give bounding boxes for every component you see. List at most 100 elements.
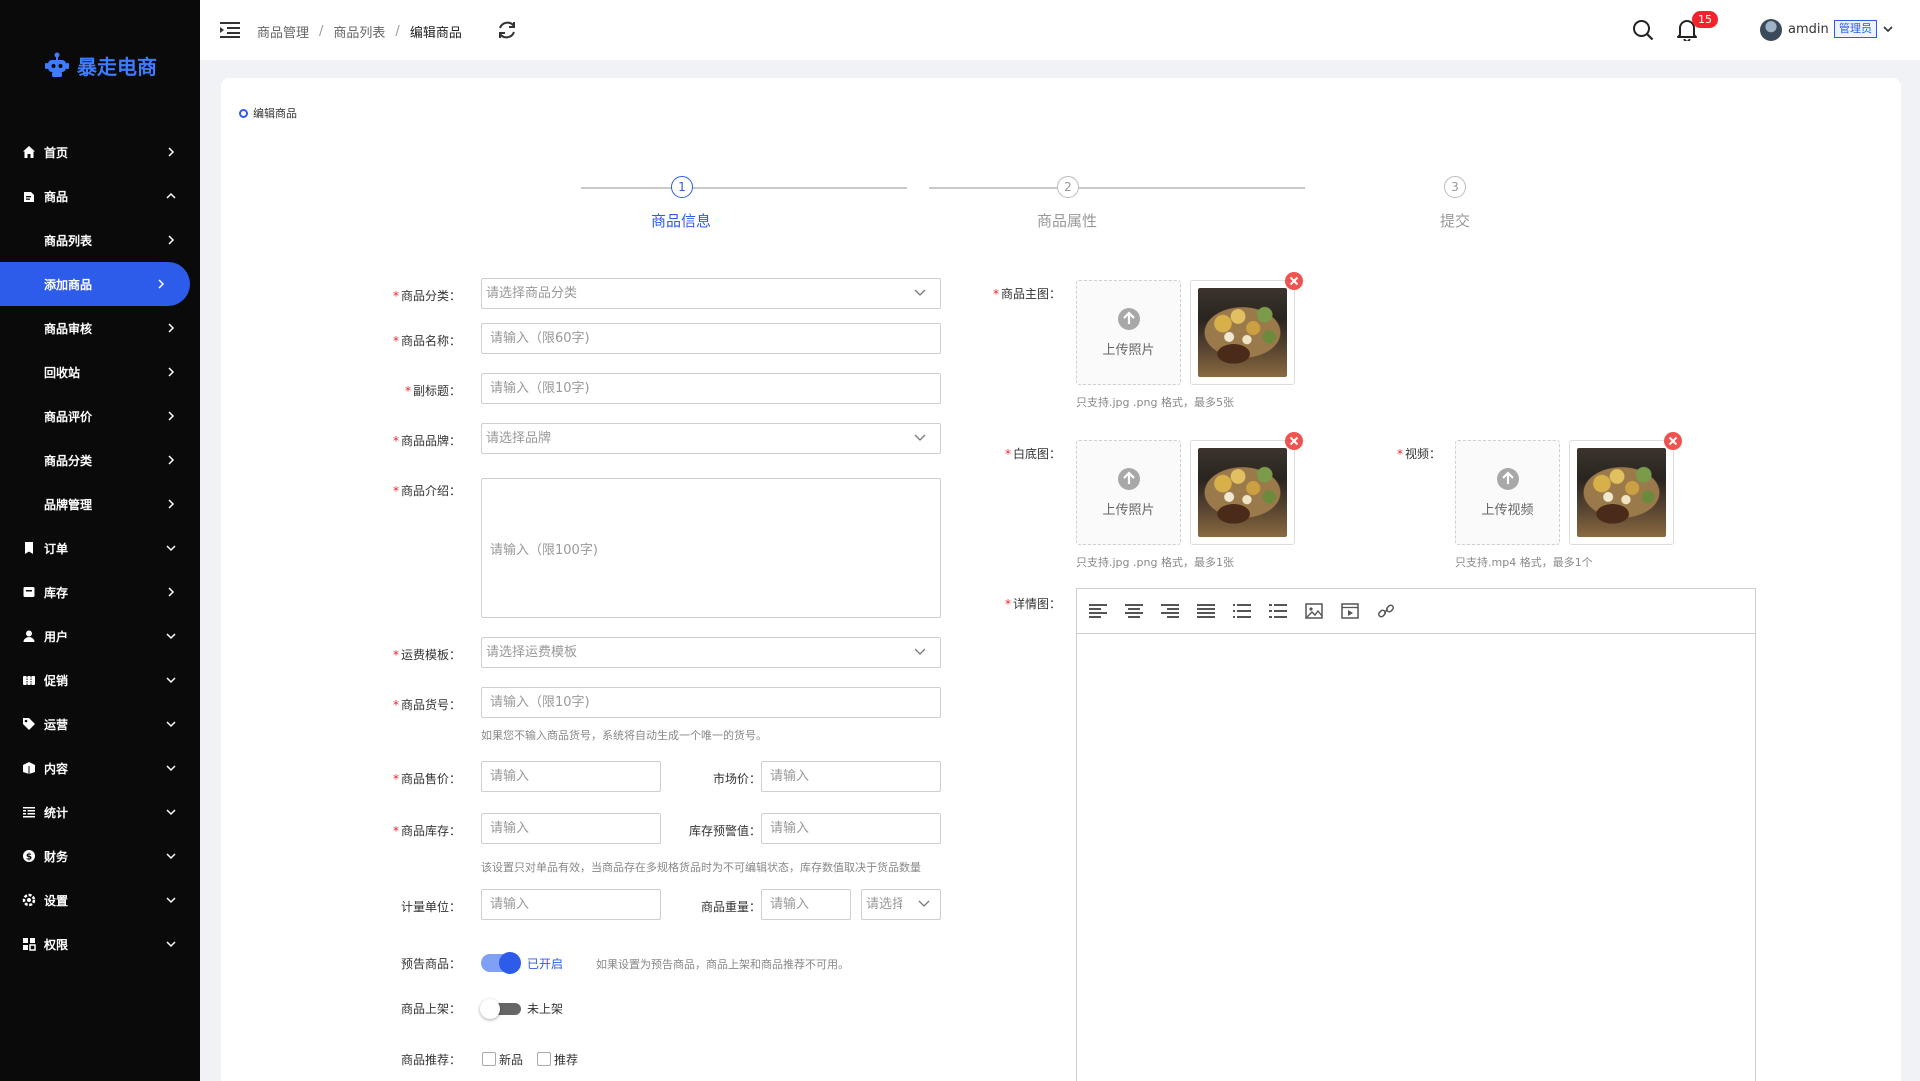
username[interactable]: amdin: [1788, 22, 1829, 37]
video-label: * 视频：: [1396, 447, 1441, 461]
sidebar-item-1[interactable]: 商品: [0, 174, 200, 218]
subtitle-input[interactable]: 请输入（限10字): [481, 373, 941, 404]
sku-label: * 商品货号：: [392, 698, 461, 712]
food-photo: [1198, 448, 1287, 537]
chevron-down-icon: [914, 434, 926, 441]
category-select[interactable]: 请选择商品分类: [481, 278, 941, 309]
sidebar-item-12[interactable]: 促销: [0, 658, 200, 702]
brand-select[interactable]: 请选择品牌: [481, 423, 941, 454]
checkbox-new[interactable]: [482, 1052, 496, 1066]
sidebar-item-14[interactable]: 内容: [0, 746, 200, 790]
sidebar-item-9[interactable]: 订单: [0, 526, 200, 570]
sidebar-item-16[interactable]: $ 财务: [0, 834, 200, 878]
bullet-list-icon[interactable]: [1231, 600, 1253, 622]
step-2-label[interactable]: 商品属性: [1037, 210, 1097, 231]
sidebar-item-8[interactable]: 品牌管理: [0, 482, 200, 526]
step-3-label[interactable]: 提交: [1440, 210, 1470, 231]
remove-image-icon[interactable]: [1284, 431, 1304, 451]
remove-image-icon[interactable]: [1284, 271, 1304, 291]
sidebar-item-4[interactable]: 商品审核: [0, 306, 200, 350]
align-right-icon[interactable]: [1159, 600, 1181, 622]
breadcrumb-item-product-list[interactable]: 商品列表: [333, 22, 385, 41]
step-connector: [929, 187, 1305, 189]
avatar[interactable]: [1760, 19, 1782, 41]
chevron-down-icon[interactable]: [1883, 24, 1893, 34]
step-2-circle[interactable]: 2: [1057, 176, 1079, 198]
remove-video-icon[interactable]: [1663, 431, 1683, 451]
video-icon[interactable]: [1339, 600, 1361, 622]
sku-input[interactable]: 请输入（限10字): [481, 687, 941, 718]
breadcrumb-item-product-mgmt[interactable]: 商品管理: [257, 22, 309, 41]
price-input[interactable]: 请输入: [481, 761, 661, 792]
align-justify-icon[interactable]: [1195, 600, 1217, 622]
presale-label: 预告商品：: [400, 957, 461, 971]
chevron-down-icon: [166, 895, 176, 905]
white-image-thumb[interactable]: [1190, 432, 1303, 545]
main-image-thumb[interactable]: [1190, 272, 1303, 385]
chevron-right-icon: [166, 323, 176, 333]
stats-icon: [22, 805, 36, 819]
presale-toggle[interactable]: [481, 952, 521, 974]
refresh-icon[interactable]: [496, 19, 518, 41]
main-image-upload[interactable]: 上传照片: [1076, 280, 1181, 385]
sidebar-item-label: 商品评价: [44, 409, 93, 424]
onshelf-toggle[interactable]: [480, 999, 521, 1019]
robot-logo-icon: [45, 52, 69, 77]
chevron-right-icon: [166, 587, 176, 597]
sidebar-item-3[interactable]: 添加商品: [0, 262, 190, 306]
search-icon[interactable]: [1632, 19, 1654, 41]
sidebar-item-0[interactable]: 首页: [0, 130, 200, 174]
sidebar-item-label: 用户: [44, 629, 69, 644]
weight-input[interactable]: 请输入: [761, 889, 851, 920]
sidebar-item-label: 回收站: [44, 365, 81, 380]
link-icon[interactable]: [1375, 600, 1397, 622]
sidebar-item-2[interactable]: 商品列表: [0, 218, 200, 262]
checkbox-recommend[interactable]: [537, 1052, 551, 1066]
upload-arrow-icon: [1117, 308, 1140, 330]
topbar: 商品管理 / 商品列表 / 编辑商品 15 amdin 管理员: [200, 0, 1920, 60]
name-input[interactable]: 请输入（限60字): [481, 323, 941, 354]
intro-textarea[interactable]: 请输入（限100字): [481, 478, 941, 618]
market-price-input[interactable]: 请输入: [761, 761, 941, 792]
white-image-upload[interactable]: 上传照片: [1076, 440, 1181, 545]
checkbox-new-label[interactable]: 新品: [499, 1051, 523, 1068]
weight-unit-select[interactable]: 请选择: [861, 889, 941, 920]
main-image-label: * 商品主图：: [992, 287, 1061, 301]
step-1-circle[interactable]: 1: [671, 176, 693, 198]
video-thumb[interactable]: [1569, 432, 1682, 545]
chevron-down-icon: [166, 807, 176, 817]
step-3-circle[interactable]: 3: [1444, 176, 1466, 198]
recommend-label: 商品推荐：: [400, 1053, 461, 1067]
chevron-down-icon: [918, 900, 930, 907]
menu-fold-icon[interactable]: [220, 21, 240, 39]
checkbox-recommend-label[interactable]: 推荐: [554, 1051, 578, 1068]
sidebar-item-15[interactable]: 统计: [0, 790, 200, 834]
detail-image-label: * 详情图：: [1004, 597, 1061, 611]
sidebar-item-5[interactable]: 回收站: [0, 350, 200, 394]
numbered-list-icon[interactable]: [1267, 600, 1289, 622]
sidebar-item-18[interactable]: 权限: [0, 922, 200, 966]
home-icon: [22, 145, 36, 159]
step-1-label[interactable]: 商品信息: [651, 210, 711, 231]
rich-text-editor[interactable]: [1076, 588, 1756, 1081]
food-photo: [1198, 288, 1287, 377]
notification-badge: 15: [1692, 11, 1718, 28]
svg-text:$: $: [26, 853, 32, 863]
unit-input[interactable]: 请输入: [481, 889, 661, 920]
align-center-icon[interactable]: [1123, 600, 1145, 622]
stock-input[interactable]: 请输入: [481, 813, 661, 844]
chevron-down-icon: [166, 631, 176, 641]
sidebar-item-11[interactable]: 用户: [0, 614, 200, 658]
shipping-select[interactable]: 请选择运费模板: [481, 637, 941, 668]
sidebar-item-10[interactable]: 库存: [0, 570, 200, 614]
stock-warn-input[interactable]: 请输入: [761, 813, 941, 844]
sidebar-item-6[interactable]: 商品评价: [0, 394, 200, 438]
image-icon[interactable]: [1303, 600, 1325, 622]
tag-icon: [22, 717, 36, 731]
align-left-icon[interactable]: [1087, 600, 1109, 622]
sidebar-item-17[interactable]: 设置: [0, 878, 200, 922]
sidebar-item-7[interactable]: 商品分类: [0, 438, 200, 482]
video-upload[interactable]: 上传视频: [1455, 440, 1560, 545]
sidebar-item-13[interactable]: 运营: [0, 702, 200, 746]
logo[interactable]: 暴走电商: [0, 0, 200, 130]
